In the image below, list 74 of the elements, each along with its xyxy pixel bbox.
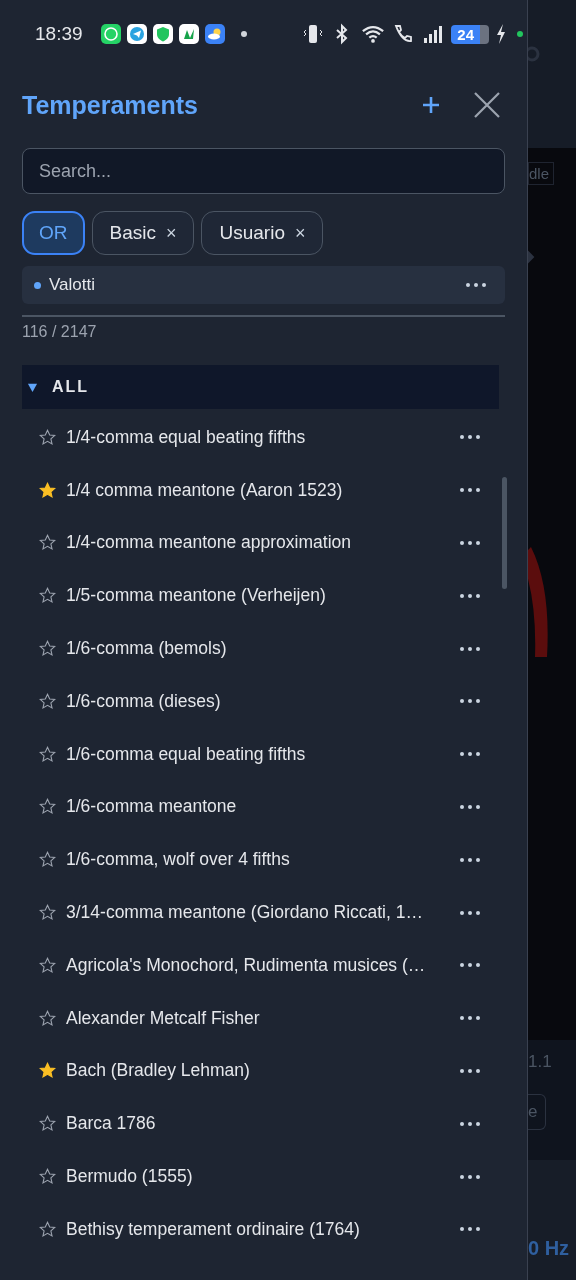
search-field[interactable]: Search...: [22, 148, 505, 194]
temperament-name[interactable]: Alexander Metcalf Fisher: [66, 1007, 260, 1029]
selected-item[interactable]: Valotti: [22, 266, 505, 304]
more-icon[interactable]: [459, 540, 481, 546]
star-icon[interactable]: [39, 745, 56, 763]
star-icon[interactable]: [39, 428, 56, 446]
wifi-icon: [361, 23, 386, 45]
status-time: 18:39: [35, 23, 83, 45]
scrollbar[interactable]: [502, 477, 507, 589]
more-icon[interactable]: [459, 856, 481, 863]
temperament-name[interactable]: 1/4-comma equal beating fifths: [66, 426, 306, 448]
star-icon[interactable]: [39, 1115, 56, 1133]
temperament-name[interactable]: 1/6-comma (dieses): [66, 690, 221, 712]
more-icon[interactable]: [459, 962, 481, 969]
more-icon[interactable]: [459, 1067, 481, 1074]
temperament-name[interactable]: Agricola's Monochord, Rudimenta musices (…: [66, 954, 426, 976]
close-icon: [473, 91, 501, 119]
more-icon[interactable]: [459, 434, 481, 441]
more-icon[interactable]: [459, 751, 481, 758]
star-icon[interactable]: [39, 587, 56, 605]
temperament-name[interactable]: 1/5-comma meantone (Verheijen): [66, 585, 326, 607]
result-count: 116 / 2147: [22, 323, 98, 341]
temperament-name[interactable]: 1/6-comma (bemols): [66, 638, 227, 660]
drawer-title: Temperaments: [22, 90, 198, 120]
more-icon[interactable]: [459, 487, 481, 494]
star-icon[interactable]: [39, 1220, 56, 1238]
frequency-text: 0 Hz: [528, 1237, 570, 1260]
more-icon[interactable]: [459, 1173, 481, 1180]
notification-dot-icon: [240, 31, 247, 37]
bullet-icon: [34, 281, 41, 289]
more-icon[interactable]: [459, 803, 481, 810]
star-icon[interactable]: [39, 798, 56, 816]
more-icon[interactable]: [459, 698, 481, 705]
temperament-name[interactable]: Barca 1786: [66, 1113, 156, 1135]
more-icon[interactable]: [459, 1120, 481, 1127]
more-icon[interactable]: [459, 1015, 481, 1022]
charging-icon: [495, 23, 507, 45]
battery-indicator: 24: [451, 24, 489, 44]
filter-chip[interactable]: Usuario ×: [201, 211, 324, 255]
shield-app-icon: [152, 24, 173, 44]
temperament-name[interactable]: 1/4 comma meantone (Aaron 1523): [66, 479, 343, 501]
more-icon[interactable]: [459, 909, 481, 916]
star-icon[interactable]: [39, 692, 56, 710]
operator-toggle[interactable]: OR: [22, 211, 85, 255]
temperament-name[interactable]: 1/6-comma, wolf over 4 fifths: [66, 849, 290, 871]
more-icon[interactable]: [459, 1226, 481, 1233]
privacy-dot-icon: [517, 31, 523, 37]
temperament-name[interactable]: Bermudo (1555): [66, 1166, 193, 1188]
more-icon[interactable]: [459, 592, 481, 599]
temperament-name[interactable]: 3/14-comma meantone (Giordano Riccati, 1…: [66, 902, 423, 924]
star-icon[interactable]: [39, 534, 56, 552]
temperament-name[interactable]: Bach (Bradley Lehman): [66, 1060, 250, 1082]
more-icon[interactable]: [465, 282, 487, 288]
selected-item-label: Valotti: [49, 275, 95, 295]
star-icon[interactable]: [39, 640, 56, 658]
group-header[interactable]: ALL: [22, 365, 499, 409]
temperament-name[interactable]: Bethisy temperament ordinaire (1764): [66, 1218, 360, 1240]
star-icon[interactable]: [39, 481, 56, 499]
star-icon[interactable]: [39, 1062, 56, 1080]
plus-icon: [421, 95, 441, 115]
star-icon[interactable]: [39, 851, 56, 869]
paper-plane-app-icon: [126, 24, 147, 44]
temperament-name[interactable]: 1/6-comma equal beating fifths: [66, 743, 306, 765]
chat-app-icon: [100, 24, 121, 44]
weather-app-icon: [204, 24, 225, 44]
filter-chip[interactable]: Basic ×: [91, 211, 195, 255]
temperament-name[interactable]: 1/4-comma meantone approximation: [66, 532, 351, 554]
more-icon[interactable]: [459, 645, 481, 652]
temperament-name[interactable]: 1/6-comma meantone: [66, 796, 237, 818]
star-icon[interactable]: [39, 1168, 56, 1186]
star-icon[interactable]: [39, 904, 56, 922]
value-text: 1.1: [528, 1052, 552, 1072]
star-icon[interactable]: [39, 956, 56, 974]
star-icon[interactable]: [39, 1009, 56, 1027]
